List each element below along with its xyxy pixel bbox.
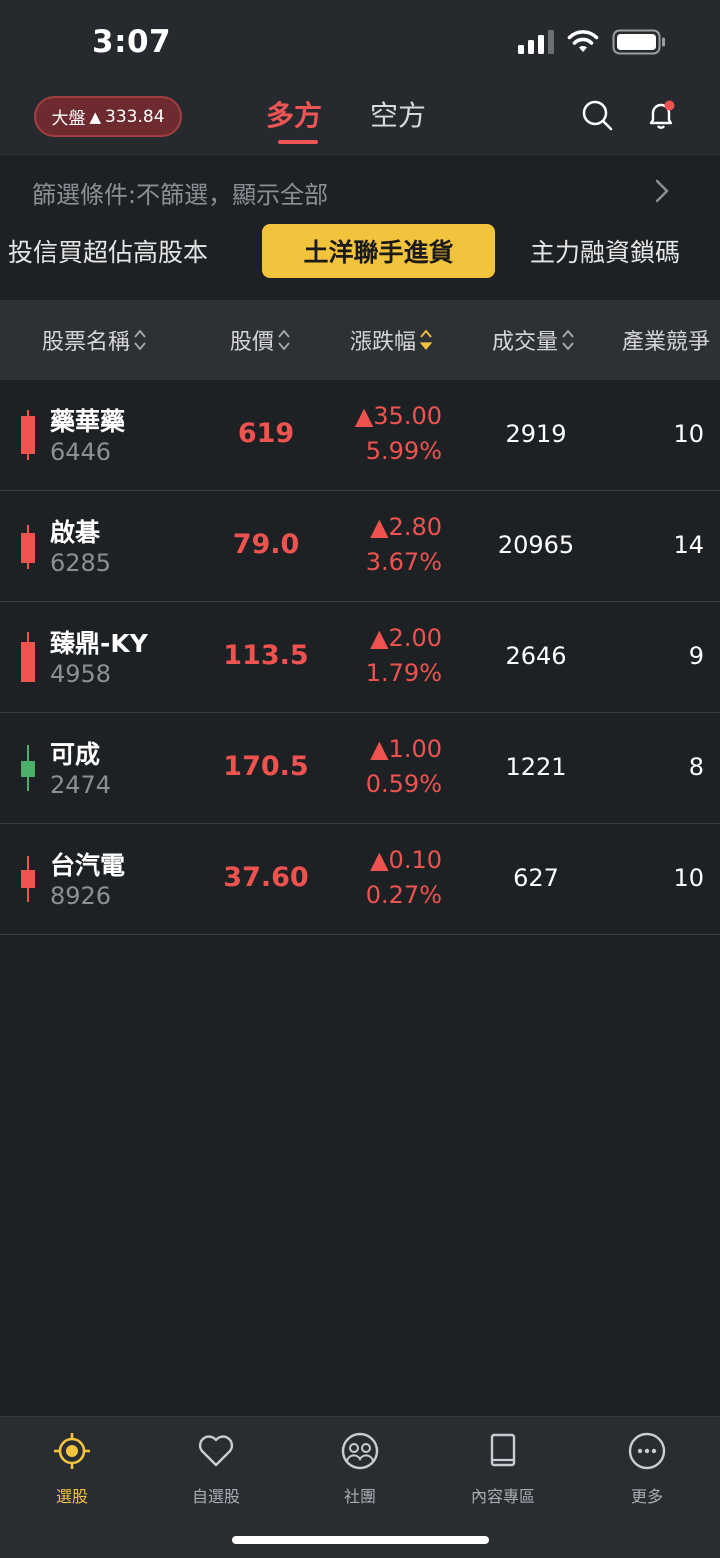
industry-rank: 8 (688, 753, 704, 781)
column-header-price[interactable]: 股價 (230, 324, 291, 356)
active-tab-indicator (278, 140, 318, 144)
column-header-industry[interactable]: 產業競爭 (622, 324, 710, 356)
stock-code: 6446 (50, 438, 112, 466)
stock-price: 37.60 (223, 862, 309, 893)
price-change: ▲0.10 (370, 846, 442, 874)
filter-conditions-text: 篩選條件:不篩選，顯示全部 (32, 181, 329, 209)
nav-stock-picker[interactable]: 選股 (12, 1431, 132, 1521)
nav-label: 社團 (343, 1487, 376, 1506)
stock-name: 臻鼎-KY (50, 629, 148, 658)
nav-watchlist[interactable]: 自選股 (156, 1431, 276, 1521)
candlestick-up-icon (21, 410, 35, 460)
segment-joint-buy[interactable]: 土洋聯手進貨 (262, 224, 495, 278)
column-header-label: 成交量 (492, 330, 559, 355)
price-change: ▲35.00 (354, 402, 442, 430)
wifi-icon (567, 30, 599, 52)
candlestick-up-icon (21, 632, 35, 682)
price-change: ▲1.00 (370, 735, 442, 763)
column-header-volume[interactable]: 成交量 (492, 324, 575, 356)
book-icon (490, 1433, 516, 1467)
nav-community[interactable]: 社團 (300, 1431, 420, 1521)
more-icon (628, 1432, 666, 1470)
trade-volume: 20965 (497, 531, 575, 559)
trade-volume: 2646 (505, 642, 567, 670)
table-row[interactable]: 可成 2474 170.5 ▲1.00 0.59% 1221 8 (0, 713, 720, 824)
stock-name: 藥華藥 (50, 407, 126, 436)
strategy-segment-bar: 投信買超佔高股本 土洋聯手進貨 主力融資鎖碼 (0, 222, 720, 298)
stock-name: 台汽電 (50, 851, 126, 880)
column-header-label: 產業競爭 (622, 330, 711, 355)
stock-code: 2474 (50, 771, 112, 799)
nav-label: 內容專區 (470, 1487, 535, 1506)
price-change-percent: 5.99% (365, 437, 442, 465)
stock-price: 113.5 (223, 640, 309, 671)
stock-price: 79.0 (232, 529, 300, 560)
battery-icon (612, 29, 665, 55)
price-change-percent: 0.27% (365, 881, 442, 909)
stock-price: 170.5 (223, 751, 309, 782)
tab-bear[interactable]: 空方 (370, 94, 426, 134)
market-index-label: 大盤 (51, 109, 86, 129)
segment-margin-lock[interactable]: 主力融資鎖碼 (530, 224, 680, 278)
chevron-right-icon (655, 179, 669, 203)
column-header-label: 股價 (230, 330, 275, 355)
segment-trust-buy[interactable]: 投信買超佔高股本 (8, 224, 208, 278)
cellular-signal-icon (518, 30, 554, 54)
table-row[interactable]: 啟碁 6285 79.0 ▲2.80 3.67% 20965 14 (0, 491, 720, 602)
trade-volume: 627 (513, 864, 559, 892)
price-change: ▲2.00 (370, 624, 442, 652)
price-change-percent: 3.67% (365, 548, 442, 576)
sort-icon (278, 329, 290, 351)
market-index-badge[interactable]: 大盤 ▲ 333.84 (34, 96, 182, 137)
nav-label: 自選股 (191, 1487, 240, 1506)
tab-bull[interactable]: 多方 (266, 94, 322, 134)
candlestick-up-icon (21, 525, 35, 569)
stock-code: 6285 (50, 549, 112, 577)
bell-icon[interactable] (644, 98, 678, 132)
table-header: 股票名稱 股價 漲跌幅 成交量 產業競爭 (0, 300, 720, 380)
nav-more[interactable]: 更多 (587, 1431, 707, 1521)
stock-list: 藥華藥 6446 619 ▲35.00 5.99% 2919 10 啟碁 628… (0, 380, 720, 935)
stock-code: 8926 (50, 882, 112, 910)
industry-rank: 10 (673, 420, 704, 448)
nav-label: 選股 (55, 1487, 88, 1506)
market-index-value: 333.84 (105, 106, 165, 127)
community-icon (341, 1432, 379, 1470)
price-change-percent: 0.59% (365, 770, 442, 798)
price-change: ▲2.80 (370, 513, 442, 541)
trade-volume: 1221 (505, 753, 567, 781)
column-header-label: 股票名稱 (42, 330, 131, 355)
table-row[interactable]: 藥華藥 6446 619 ▲35.00 5.99% 2919 10 (0, 380, 720, 491)
top-bar: 3:07 大盤 ▲ 333.84 多方 空方 (0, 0, 720, 154)
sort-icon-active (419, 329, 433, 350)
stock-name: 可成 (50, 740, 101, 769)
column-header-label: 漲跌幅 (350, 330, 417, 355)
table-row[interactable]: 臻鼎-KY 4958 113.5 ▲2.00 1.79% 2646 9 (0, 602, 720, 713)
industry-rank: 14 (673, 531, 704, 559)
industry-rank: 10 (673, 864, 704, 892)
filter-bar[interactable]: 篩選條件:不篩選，顯示全部 (0, 154, 720, 226)
column-header-name[interactable]: 股票名稱 (42, 324, 147, 356)
home-indicator (232, 1536, 489, 1544)
stock-code: 4958 (50, 660, 112, 688)
trade-volume: 2919 (505, 420, 567, 448)
market-index-arrow: ▲ (89, 107, 102, 126)
stock-name: 啟碁 (50, 518, 101, 547)
nav-content-zone[interactable]: 內容專區 (443, 1431, 563, 1521)
candlestick-up-icon (21, 856, 35, 902)
candlestick-down-icon (21, 745, 35, 791)
search-icon[interactable] (580, 98, 614, 132)
app-screen: 3:07 大盤 ▲ 333.84 多方 空方 篩選條件:不篩選，顯示全部 投信買… (0, 0, 720, 1558)
nav-label: 更多 (630, 1487, 663, 1506)
column-header-change[interactable]: 漲跌幅 (350, 324, 433, 356)
table-row[interactable]: 台汽電 8926 37.60 ▲0.10 0.27% 627 10 (0, 824, 720, 935)
price-change-percent: 1.79% (365, 659, 442, 687)
heart-icon (198, 1435, 234, 1467)
sort-icon (562, 329, 574, 351)
industry-rank: 9 (688, 642, 704, 670)
stock-price: 619 (237, 418, 295, 449)
target-icon (54, 1433, 90, 1469)
status-time: 3:07 (92, 24, 172, 60)
sort-icon (134, 329, 146, 351)
